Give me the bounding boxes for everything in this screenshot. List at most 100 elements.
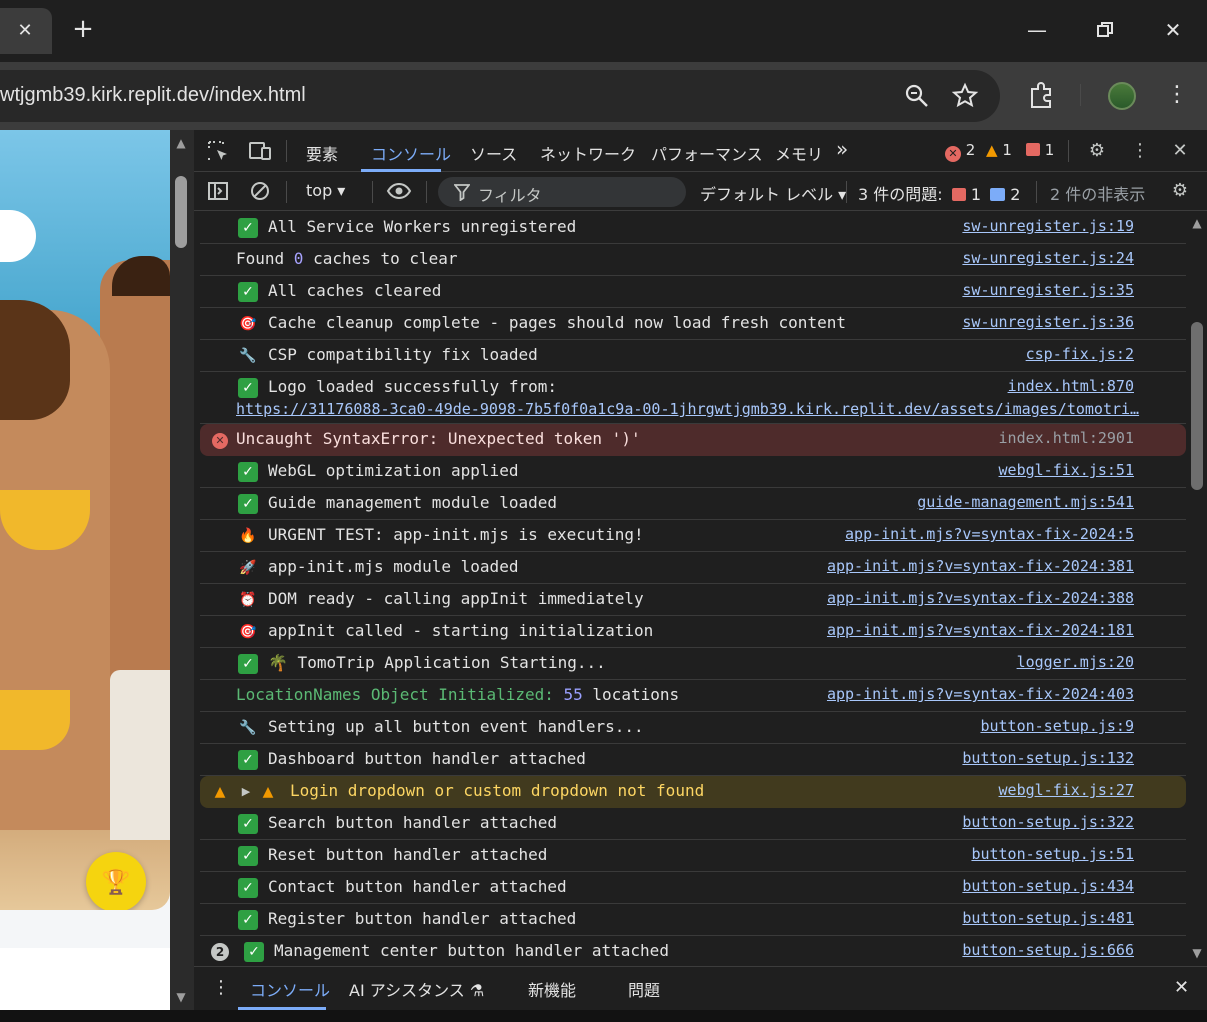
console-scrollbar[interactable]: ▲ ▼ xyxy=(1188,212,1207,964)
source-link[interactable]: button-setup.js:51 xyxy=(971,845,1134,863)
console-message[interactable]: 🔥 URGENT TEST: app-init.mjs is executing!… xyxy=(200,520,1186,552)
console-message[interactable]: ✓ All Service Workers unregistered sw-unre… xyxy=(200,212,1186,244)
console-scroll-thumb[interactable] xyxy=(1191,322,1203,490)
inspect-element-icon[interactable] xyxy=(206,140,230,162)
hero-pill-button[interactable] xyxy=(0,210,36,262)
tab-elements[interactable]: 要素 xyxy=(306,141,338,165)
bookmark-star-icon[interactable] xyxy=(951,82,979,110)
profile-avatar[interactable] xyxy=(1108,82,1136,110)
page-scrollbar[interactable]: ▲ ▼ xyxy=(170,130,194,1010)
source-link[interactable]: csp-fix.js:2 xyxy=(1026,345,1134,363)
source-link[interactable]: button-setup.js:666 xyxy=(962,941,1134,959)
source-link[interactable]: index.html:2901 xyxy=(999,429,1134,447)
console-message[interactable]: 🎯 Cache cleanup complete - pages should n… xyxy=(200,308,1186,340)
source-link[interactable]: sw-unregister.js:36 xyxy=(962,313,1134,331)
console-message[interactable]: ✓ 2 Management center button handler attac… xyxy=(200,936,1186,964)
source-link[interactable]: button-setup.js:9 xyxy=(980,717,1134,735)
trophy-icon[interactable]: 🏆 xyxy=(86,852,146,910)
sidebar-toggle-icon[interactable] xyxy=(206,180,230,202)
drawer-tab-whats-new[interactable]: 新機能 xyxy=(528,977,576,1001)
tab-console[interactable]: コンソール xyxy=(371,141,451,165)
menu-kebab-icon[interactable]: ⋮ xyxy=(1162,80,1192,110)
source-link[interactable]: app-init.mjs?v=syntax-fix-2024:403 xyxy=(827,685,1134,703)
source-link[interactable]: index.html:870 xyxy=(1008,377,1134,395)
scroll-down-icon[interactable]: ▼ xyxy=(1190,946,1204,960)
warning-count-badge[interactable]: ▲ 1 xyxy=(986,141,1012,159)
console-message[interactable]: 🔧 CSP compatibility fix loaded csp-fix.js:… xyxy=(200,340,1186,372)
console-message[interactable]: ✓ Search button handler attached button-se… xyxy=(200,808,1186,840)
source-link[interactable]: sw-unregister.js:35 xyxy=(962,281,1134,299)
console-message[interactable]: 🎯 appInit called - starting initializatio… xyxy=(200,616,1186,648)
source-link[interactable]: button-setup.js:322 xyxy=(962,813,1134,831)
extensions-icon[interactable] xyxy=(1026,80,1056,110)
close-drawer-icon[interactable]: ✕ xyxy=(1174,977,1189,998)
address-bar[interactable]: wtjgmb39.kirk.replit.dev/index.html xyxy=(0,70,1000,122)
source-link[interactable]: webgl-fix.js:51 xyxy=(999,461,1134,479)
source-link[interactable]: app-init.mjs?v=syntax-fix-2024:5 xyxy=(845,525,1134,543)
close-window-button[interactable]: ✕ xyxy=(1158,16,1188,44)
console-message[interactable]: ✓ 🌴 TomoTrip Application Starting... logge… xyxy=(200,648,1186,680)
settings-gear-icon[interactable]: ⚙ xyxy=(1085,140,1109,162)
drawer-menu-icon[interactable]: ⋮ xyxy=(212,977,230,998)
error-count-badge[interactable]: ✕ 2 xyxy=(945,141,975,162)
logo-url-link[interactable]: https://31176088-3ca0-49de-9098-7b5f0f0a… xyxy=(236,400,1146,418)
console-message[interactable]: ✓ Reset button handler attached button-set… xyxy=(200,840,1186,872)
console-message[interactable]: ✓ Contact button handler attached button-s… xyxy=(200,872,1186,904)
console-message[interactable]: 🔧 Setting up all button event handlers...… xyxy=(200,712,1186,744)
zoom-icon[interactable] xyxy=(903,82,931,110)
live-expression-eye-icon[interactable] xyxy=(386,180,412,202)
context-selector[interactable]: top ▾ xyxy=(306,181,345,200)
source-link[interactable]: button-setup.js:481 xyxy=(962,909,1134,927)
close-devtools-icon[interactable]: ✕ xyxy=(1168,140,1192,162)
log-levels-dropdown[interactable]: デフォルト レベル ▾ xyxy=(700,181,846,205)
browser-tab[interactable]: ✕ xyxy=(0,8,52,54)
console-message[interactable]: ✓ WebGL optimization applied webgl-fix.js:… xyxy=(200,456,1186,488)
source-link[interactable]: button-setup.js:132 xyxy=(962,749,1134,767)
source-link[interactable]: webgl-fix.js:27 xyxy=(999,781,1134,799)
restore-button[interactable] xyxy=(1090,16,1120,44)
source-link[interactable]: guide-management.mjs:541 xyxy=(917,493,1134,511)
console-message[interactable]: ✓ Register button handler attached button-… xyxy=(200,904,1186,936)
expand-arrow-icon[interactable]: ▶ xyxy=(236,782,256,802)
devtools-menu-icon[interactable]: ⋮ xyxy=(1128,140,1152,162)
minimize-button[interactable]: — xyxy=(1022,16,1052,44)
console-message[interactable]: Found 0 caches to clear sw-unregister.js:… xyxy=(200,244,1186,276)
console-message[interactable]: ▲ ▶ ▲ Login dropdown or custom dropdown not… xyxy=(200,776,1186,808)
console-message[interactable]: ⏰ DOM ready - calling appInit immediately… xyxy=(200,584,1186,616)
tab-close-icon[interactable]: ✕ xyxy=(14,20,36,42)
issue-count-badge[interactable]: 1 xyxy=(1026,141,1054,159)
drawer-tab-console[interactable]: コンソール xyxy=(250,977,330,1001)
source-link[interactable]: app-init.mjs?v=syntax-fix-2024:381 xyxy=(827,557,1134,575)
console-message[interactable]: ✓ All caches cleared sw-unregister.js:35 xyxy=(200,276,1186,308)
new-tab-button[interactable]: + xyxy=(70,16,96,44)
console-message[interactable]: LocationNames Object Initialized: 55 loc… xyxy=(200,680,1186,712)
drawer-tab-ai-assistance[interactable]: AI アシスタンス ⚗ xyxy=(349,977,484,1001)
issues-button[interactable]: 3 件の問題: 1 2 xyxy=(858,181,1020,205)
tab-network[interactable]: ネットワーク xyxy=(540,141,636,165)
tab-memory[interactable]: メモリ xyxy=(775,141,823,165)
scroll-down-icon[interactable]: ▼ xyxy=(174,990,188,1004)
source-link[interactable]: logger.mjs:20 xyxy=(1017,653,1134,671)
console-message[interactable]: 🚀 app-init.mjs module loaded app-init.mjs?… xyxy=(200,552,1186,584)
source-link[interactable]: sw-unregister.js:19 xyxy=(962,217,1134,235)
console-message[interactable]: ✓ Guide management module loaded guide-man… xyxy=(200,488,1186,520)
clear-console-icon[interactable] xyxy=(248,180,272,202)
source-link[interactable]: app-init.mjs?v=syntax-fix-2024:388 xyxy=(827,589,1134,607)
more-tabs-icon[interactable]: » xyxy=(836,137,848,161)
page-scroll-thumb[interactable] xyxy=(175,176,187,248)
drawer-tab-issues[interactable]: 問題 xyxy=(628,977,660,1001)
console-message[interactable]: ✓ Dashboard button handler attached button… xyxy=(200,744,1186,776)
source-link[interactable]: button-setup.js:434 xyxy=(962,877,1134,895)
url-text[interactable]: wtjgmb39.kirk.replit.dev/index.html xyxy=(0,84,306,107)
console-message[interactable]: ✓ Logo loaded successfully from: index.htm… xyxy=(200,372,1186,424)
source-link[interactable]: sw-unregister.js:24 xyxy=(962,249,1134,267)
device-toolbar-icon[interactable] xyxy=(248,140,272,162)
tab-sources[interactable]: ソース xyxy=(470,141,517,165)
scroll-up-icon[interactable]: ▲ xyxy=(1190,216,1204,230)
console-message[interactable]: ✕ Uncaught SyntaxError: Unexpected token … xyxy=(200,424,1186,456)
scroll-up-icon[interactable]: ▲ xyxy=(174,136,188,150)
tab-performance[interactable]: パフォーマンス xyxy=(651,141,763,165)
console-settings-gear-icon[interactable]: ⚙ xyxy=(1168,180,1192,202)
source-link[interactable]: app-init.mjs?v=syntax-fix-2024:181 xyxy=(827,621,1134,639)
filter-input[interactable]: フィルタ xyxy=(438,177,686,207)
